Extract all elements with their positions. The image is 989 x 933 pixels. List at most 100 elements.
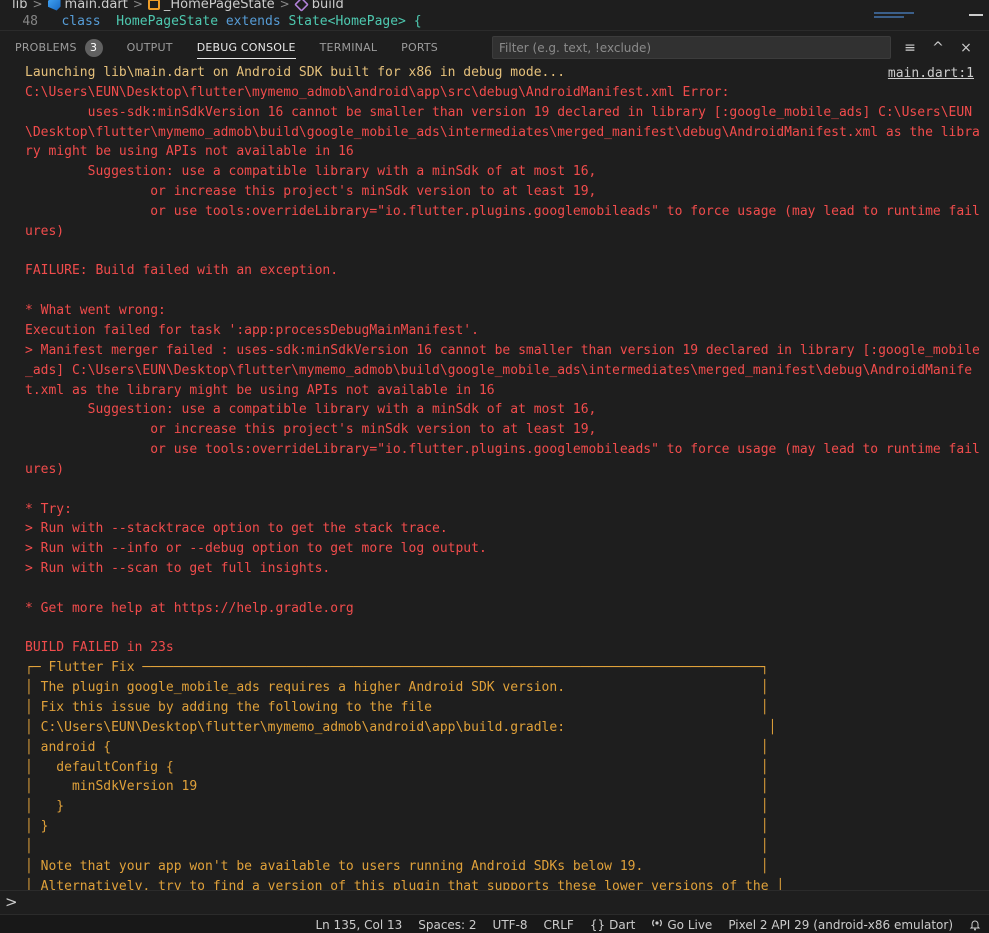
console-line: │ } │ xyxy=(25,819,769,835)
device-selector[interactable]: Pixel 2 API 29 (android-x86 emulator) xyxy=(720,915,961,933)
problems-count-badge: 3 xyxy=(84,38,103,57)
console-line: uses-sdk:minSdkVersion 16 cannot be smal… xyxy=(25,104,973,120)
console-line: Suggestion: use a compatible library wit… xyxy=(25,164,597,180)
console-line: ures) xyxy=(25,461,65,477)
console-line: │ android { │ xyxy=(25,739,769,755)
console-line: │ } │ xyxy=(25,799,769,815)
console-input-bar: > xyxy=(0,890,989,914)
tab-label: TERMINAL xyxy=(319,41,378,54)
console-line: FAILURE: Build failed with an exception. xyxy=(25,263,339,279)
debug-console-output[interactable]: main.dart:1 Launching lib\main.dart on A… xyxy=(0,63,989,890)
language-label: Dart xyxy=(609,917,636,932)
console-line: ures) xyxy=(25,223,65,239)
method-symbol-icon xyxy=(293,0,309,12)
panel-header: PROBLEMS 3 OUTPUT DEBUG CONSOLE TERMINAL… xyxy=(0,30,989,63)
cursor-position[interactable]: Ln 135, Col 13 xyxy=(307,915,410,933)
console-lines: Launching lib\main.dart on Android SDK b… xyxy=(0,63,989,890)
console-line: C:\Users\EUN\Desktop\flutter\mymemo_admo… xyxy=(25,84,730,100)
tab-label: DEBUG CONSOLE xyxy=(196,41,296,54)
console-line: │ C:\Users\EUN\Desktop\flutter\mymemo_ad… xyxy=(25,719,777,735)
status-bar-items: Ln 135, Col 13 Spaces: 2 UTF-8 CRLF {} D… xyxy=(307,915,989,933)
breadcrumb-item-class[interactable]: _HomePageState xyxy=(164,0,275,12)
console-line: BUILD FAILED in 23s xyxy=(25,640,174,656)
console-line: > Run with --scan to get full insights. xyxy=(25,561,331,577)
console-input[interactable] xyxy=(22,893,972,911)
tab-terminal[interactable]: TERMINAL xyxy=(320,31,378,64)
tab-label: OUTPUT xyxy=(126,41,173,54)
code-type: HomePageState xyxy=(116,14,219,29)
maximize-panel-icon[interactable]: ^ xyxy=(926,37,950,59)
breadcrumb-item-lib[interactable]: lib xyxy=(12,0,27,12)
go-live-label: Go Live xyxy=(667,917,713,932)
console-line: Suggestion: use a compatible library wit… xyxy=(25,402,597,418)
indentation[interactable]: Spaces: 2 xyxy=(410,915,484,933)
panel-actions: ≡ ^ × xyxy=(898,36,982,59)
console-line: │ Fix this issue by adding the following… xyxy=(25,700,769,715)
breadcrumb-item-method[interactable]: build xyxy=(312,0,344,12)
console-line: ┌─ Flutter Fix ─────────────────────────… xyxy=(25,660,769,676)
tab-debug-console[interactable]: DEBUG CONSOLE xyxy=(196,31,296,64)
scrollbar-indicator[interactable] xyxy=(969,14,983,24)
console-line: > Run with --info or --debug option to g… xyxy=(25,541,487,557)
editor-strip: lib > main.dart > _HomePageState > build… xyxy=(0,0,989,30)
console-line: Launching lib\main.dart on Android SDK b… xyxy=(25,65,566,80)
code-line[interactable]: 48 class HomePageState extends State<Hom… xyxy=(0,14,989,30)
console-line: │ minSdkVersion 19 │ xyxy=(25,779,769,795)
console-line: t.xml as the library might be using APIs… xyxy=(25,382,495,398)
console-line: * Get more help at https://help.gradle.o… xyxy=(25,600,354,616)
tab-problems[interactable]: PROBLEMS 3 xyxy=(15,31,103,64)
code-keyword: class xyxy=(61,14,101,29)
language-mode[interactable]: {} Dart xyxy=(582,915,644,933)
code-extends: extends xyxy=(225,14,281,29)
code-state: State<HomePage> { xyxy=(288,14,422,29)
braces-icon: {} xyxy=(589,917,606,932)
console-line: │ Alternatively, try to find a version o… xyxy=(25,878,785,890)
tab-label: PROBLEMS xyxy=(15,41,77,54)
console-line: ry might be using APIs not available in … xyxy=(25,144,354,160)
chevron-right-icon: > xyxy=(5,893,18,911)
console-line: or use tools:overrideLibrary="io.flutter… xyxy=(25,442,980,458)
class-symbol-icon xyxy=(147,0,160,10)
console-line: > Manifest merger failed : uses-sdk:minS… xyxy=(25,342,980,358)
dart-file-icon xyxy=(47,0,61,11)
console-line: │ The plugin google_mobile_ads requires … xyxy=(25,680,769,696)
close-panel-icon[interactable]: × xyxy=(954,37,978,59)
breadcrumb-separator: > xyxy=(132,0,143,11)
source-link[interactable]: main.dart:1 xyxy=(888,64,974,84)
console-line: \Desktop\flutter\mymemo_admob\build\goog… xyxy=(25,124,980,140)
filter-input[interactable] xyxy=(492,36,891,59)
console-line: or increase this project's minSdk versio… xyxy=(25,422,597,438)
notifications-bell-icon[interactable] xyxy=(961,915,989,933)
console-line: │ │ xyxy=(25,838,769,854)
breadcrumb-separator: > xyxy=(32,0,43,11)
console-line: > Run with --stacktrace option to get th… xyxy=(25,521,448,537)
panel-tabs: PROBLEMS 3 OUTPUT DEBUG CONSOLE TERMINAL… xyxy=(15,31,462,64)
tab-output[interactable]: OUTPUT xyxy=(127,31,173,64)
more-actions-icon[interactable]: ≡ xyxy=(898,37,922,59)
line-ending[interactable]: CRLF xyxy=(536,915,582,933)
console-line: Execution failed for task ':app:processD… xyxy=(25,322,479,338)
console-line: * Try: xyxy=(25,501,72,517)
minimap[interactable] xyxy=(874,12,934,22)
console-line: _ads] C:\Users\EUN\Desktop\flutter\mymem… xyxy=(25,362,973,378)
console-line: │ Note that your app won't be available … xyxy=(25,858,769,874)
console-line: * What went wrong: xyxy=(25,303,166,319)
breadcrumb-separator: > xyxy=(279,0,290,11)
status-bar: Ln 135, Col 13 Spaces: 2 UTF-8 CRLF {} D… xyxy=(0,914,989,933)
tab-ports[interactable]: PORTS xyxy=(401,31,438,64)
console-line: │ defaultConfig { │ xyxy=(25,759,769,775)
broadcast-icon xyxy=(651,917,663,932)
line-number: 48 xyxy=(22,14,38,29)
go-live-button[interactable]: Go Live xyxy=(643,915,720,933)
tab-label: PORTS xyxy=(401,41,438,54)
console-line: or use tools:overrideLibrary="io.flutter… xyxy=(25,203,980,219)
encoding[interactable]: UTF-8 xyxy=(485,915,536,933)
console-line: or increase this project's minSdk versio… xyxy=(25,184,597,200)
breadcrumb: lib > main.dart > _HomePageState > build xyxy=(12,0,344,12)
breadcrumb-item-file[interactable]: main.dart xyxy=(65,0,128,12)
